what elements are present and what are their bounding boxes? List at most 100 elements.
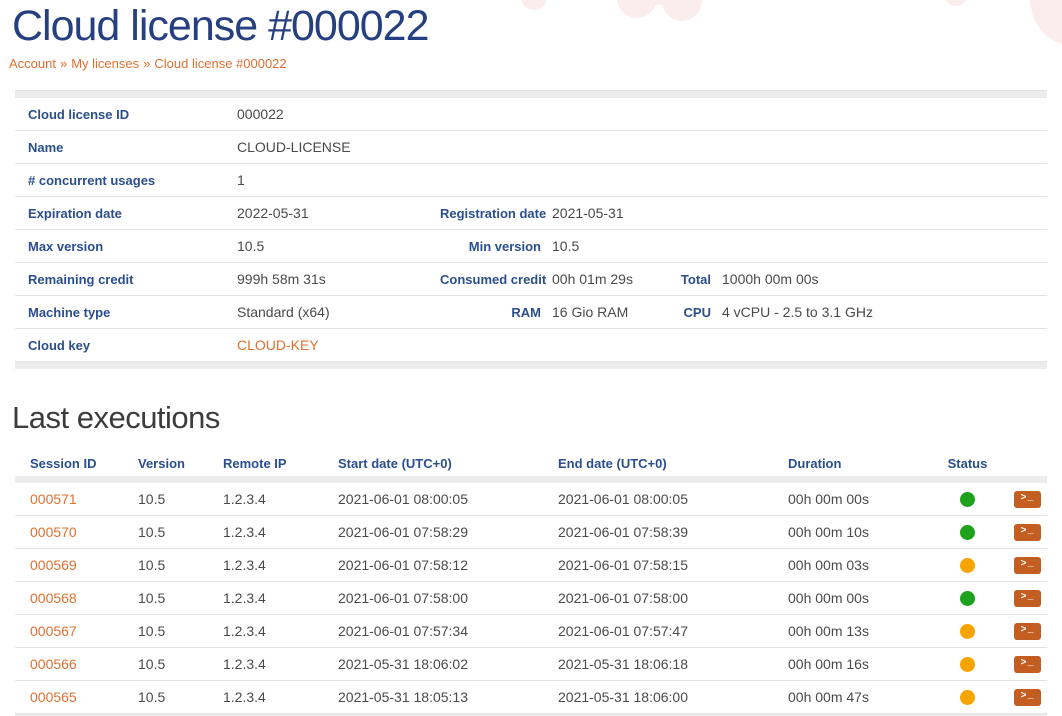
start-date-value: 2021-06-01 07:58:12	[330, 557, 550, 573]
page: Cloud license #000022 Account » My license…	[0, 0, 1062, 716]
terminal-icon[interactable]: >_	[1014, 524, 1041, 541]
terminal-icon[interactable]: >_	[1014, 656, 1041, 673]
status-ok-icon	[960, 525, 975, 540]
end-date-value: 2021-06-01 07:57:47	[550, 623, 780, 639]
status-warning-icon	[960, 690, 975, 705]
execution-row: 00056910.51.2.3.42021-06-01 07:58:122021…	[15, 549, 1047, 582]
detail-value: 000022	[237, 106, 1047, 122]
start-date-value: 2021-06-01 07:57:34	[330, 623, 550, 639]
terminal-icon[interactable]: >_	[1014, 557, 1041, 574]
start-date-value: 2021-06-01 08:00:05	[330, 491, 550, 507]
end-date-value: 2021-05-31 18:06:00	[550, 689, 780, 705]
duration-value: 00h 00m 16s	[780, 656, 935, 672]
session-id-link[interactable]: 000568	[15, 590, 130, 606]
details-row: Machine typeStandard (x64)RAM16 Gio RAMC…	[15, 296, 1047, 329]
terminal-cell: >_	[1000, 689, 1047, 706]
status-cell	[935, 591, 1000, 606]
end-date-value: 2021-06-01 08:00:05	[550, 491, 780, 507]
terminal-icon[interactable]: >_	[1014, 491, 1041, 508]
version-value: 10.5	[130, 689, 215, 705]
breadcrumb-link-account[interactable]: Account	[9, 56, 56, 71]
page-title: Cloud license #000022	[12, 0, 1047, 49]
details-row: Cloud license ID000022	[15, 98, 1047, 131]
remote-ip-value: 1.2.3.4	[215, 491, 330, 507]
breadcrumb-link-current[interactable]: Cloud license #000022	[154, 56, 286, 71]
terminal-cell: >_	[1000, 590, 1047, 607]
start-date-value: 2021-05-31 18:05:13	[330, 689, 550, 705]
column-header-session-id: Session ID	[15, 456, 130, 471]
column-header-duration: Duration	[780, 456, 935, 471]
detail-label: Machine type	[15, 305, 237, 320]
status-cell	[935, 657, 1000, 672]
status-cell	[935, 690, 1000, 705]
column-header-remote-ip: Remote IP	[215, 456, 330, 471]
breadcrumb-separator: »	[143, 56, 150, 71]
execution-row: 00056510.51.2.3.42021-05-31 18:05:132021…	[15, 681, 1047, 714]
execution-row: 00056710.51.2.3.42021-06-01 07:57:342021…	[15, 615, 1047, 648]
terminal-icon[interactable]: >_	[1014, 689, 1041, 706]
remote-ip-value: 1.2.3.4	[215, 524, 330, 540]
session-id-link[interactable]: 000571	[15, 491, 130, 507]
remote-ip-value: 1.2.3.4	[215, 689, 330, 705]
detail-value: 10.5	[237, 238, 440, 254]
details-row: # concurrent usages1	[15, 164, 1047, 197]
remote-ip-value: 1.2.3.4	[215, 656, 330, 672]
session-id-link[interactable]: 000566	[15, 656, 130, 672]
session-id-link[interactable]: 000570	[15, 524, 130, 540]
details-row: NameCLOUD-LICENSE	[15, 131, 1047, 164]
detail-value: CLOUD-LICENSE	[237, 139, 1047, 155]
executions-header-row: Session ID Version Remote IP Start date …	[15, 450, 1047, 476]
terminal-cell: >_	[1000, 557, 1047, 574]
detail-value: 2022-05-31	[237, 205, 440, 221]
column-header-start-date: Start date (UTC+0)	[330, 456, 550, 471]
executions-table: Session ID Version Remote IP Start date …	[15, 450, 1047, 716]
session-id-link[interactable]: 000565	[15, 689, 130, 705]
status-ok-icon	[960, 591, 975, 606]
breadcrumb-link-my-licenses[interactable]: My licenses	[71, 56, 139, 71]
execution-row: 00057010.51.2.3.42021-06-01 07:58:292021…	[15, 516, 1047, 549]
duration-value: 00h 00m 00s	[780, 590, 935, 606]
license-details-table: Cloud license ID000022NameCLOUD-LICENSE#…	[15, 90, 1047, 369]
detail-label: Cloud license ID	[15, 107, 237, 122]
terminal-cell: >_	[1000, 524, 1047, 541]
duration-value: 00h 00m 03s	[780, 557, 935, 573]
terminal-icon[interactable]: >_	[1014, 623, 1041, 640]
detail-value: 00h 01m 29s	[552, 271, 652, 287]
end-date-value: 2021-06-01 07:58:15	[550, 557, 780, 573]
detail-value: 10.5	[552, 238, 1047, 254]
version-value: 10.5	[130, 524, 215, 540]
details-row: Cloud keyCLOUD-KEY	[15, 329, 1047, 362]
breadcrumb-separator: »	[60, 56, 67, 71]
execution-row: 00057110.51.2.3.42021-06-01 08:00:052021…	[15, 483, 1047, 516]
last-executions-heading: Last executions	[12, 400, 1047, 436]
duration-value: 00h 00m 13s	[780, 623, 935, 639]
terminal-cell: >_	[1000, 656, 1047, 673]
remote-ip-value: 1.2.3.4	[215, 557, 330, 573]
start-date-value: 2021-05-31 18:06:02	[330, 656, 550, 672]
detail-label: Expiration date	[15, 206, 237, 221]
status-warning-icon	[960, 558, 975, 573]
session-id-link[interactable]: 000567	[15, 623, 130, 639]
version-value: 10.5	[130, 491, 215, 507]
detail-label: Cloud key	[15, 338, 237, 353]
status-cell	[935, 624, 1000, 639]
end-date-value: 2021-05-31 18:06:18	[550, 656, 780, 672]
column-header-status: Status	[935, 456, 1000, 471]
version-value: 10.5	[130, 590, 215, 606]
status-cell	[935, 492, 1000, 507]
terminal-cell: >_	[1000, 491, 1047, 508]
detail-label: Total	[652, 272, 722, 287]
session-id-link[interactable]: 000569	[15, 557, 130, 573]
details-row: Max version10.5Min version10.5	[15, 230, 1047, 263]
column-header-end-date: End date (UTC+0)	[550, 456, 780, 471]
duration-value: 00h 00m 10s	[780, 524, 935, 540]
detail-value: 1000h 00m 00s	[722, 271, 1047, 287]
duration-value: 00h 00m 00s	[780, 491, 935, 507]
detail-value: 1	[237, 172, 1047, 188]
cloud-key-link[interactable]: CLOUD-KEY	[237, 337, 1047, 353]
column-header-version: Version	[130, 456, 215, 471]
detail-value: 2021-05-31	[552, 205, 1047, 221]
remote-ip-value: 1.2.3.4	[215, 623, 330, 639]
terminal-icon[interactable]: >_	[1014, 590, 1041, 607]
detail-value: 4 vCPU - 2.5 to 3.1 GHz	[722, 304, 1047, 320]
